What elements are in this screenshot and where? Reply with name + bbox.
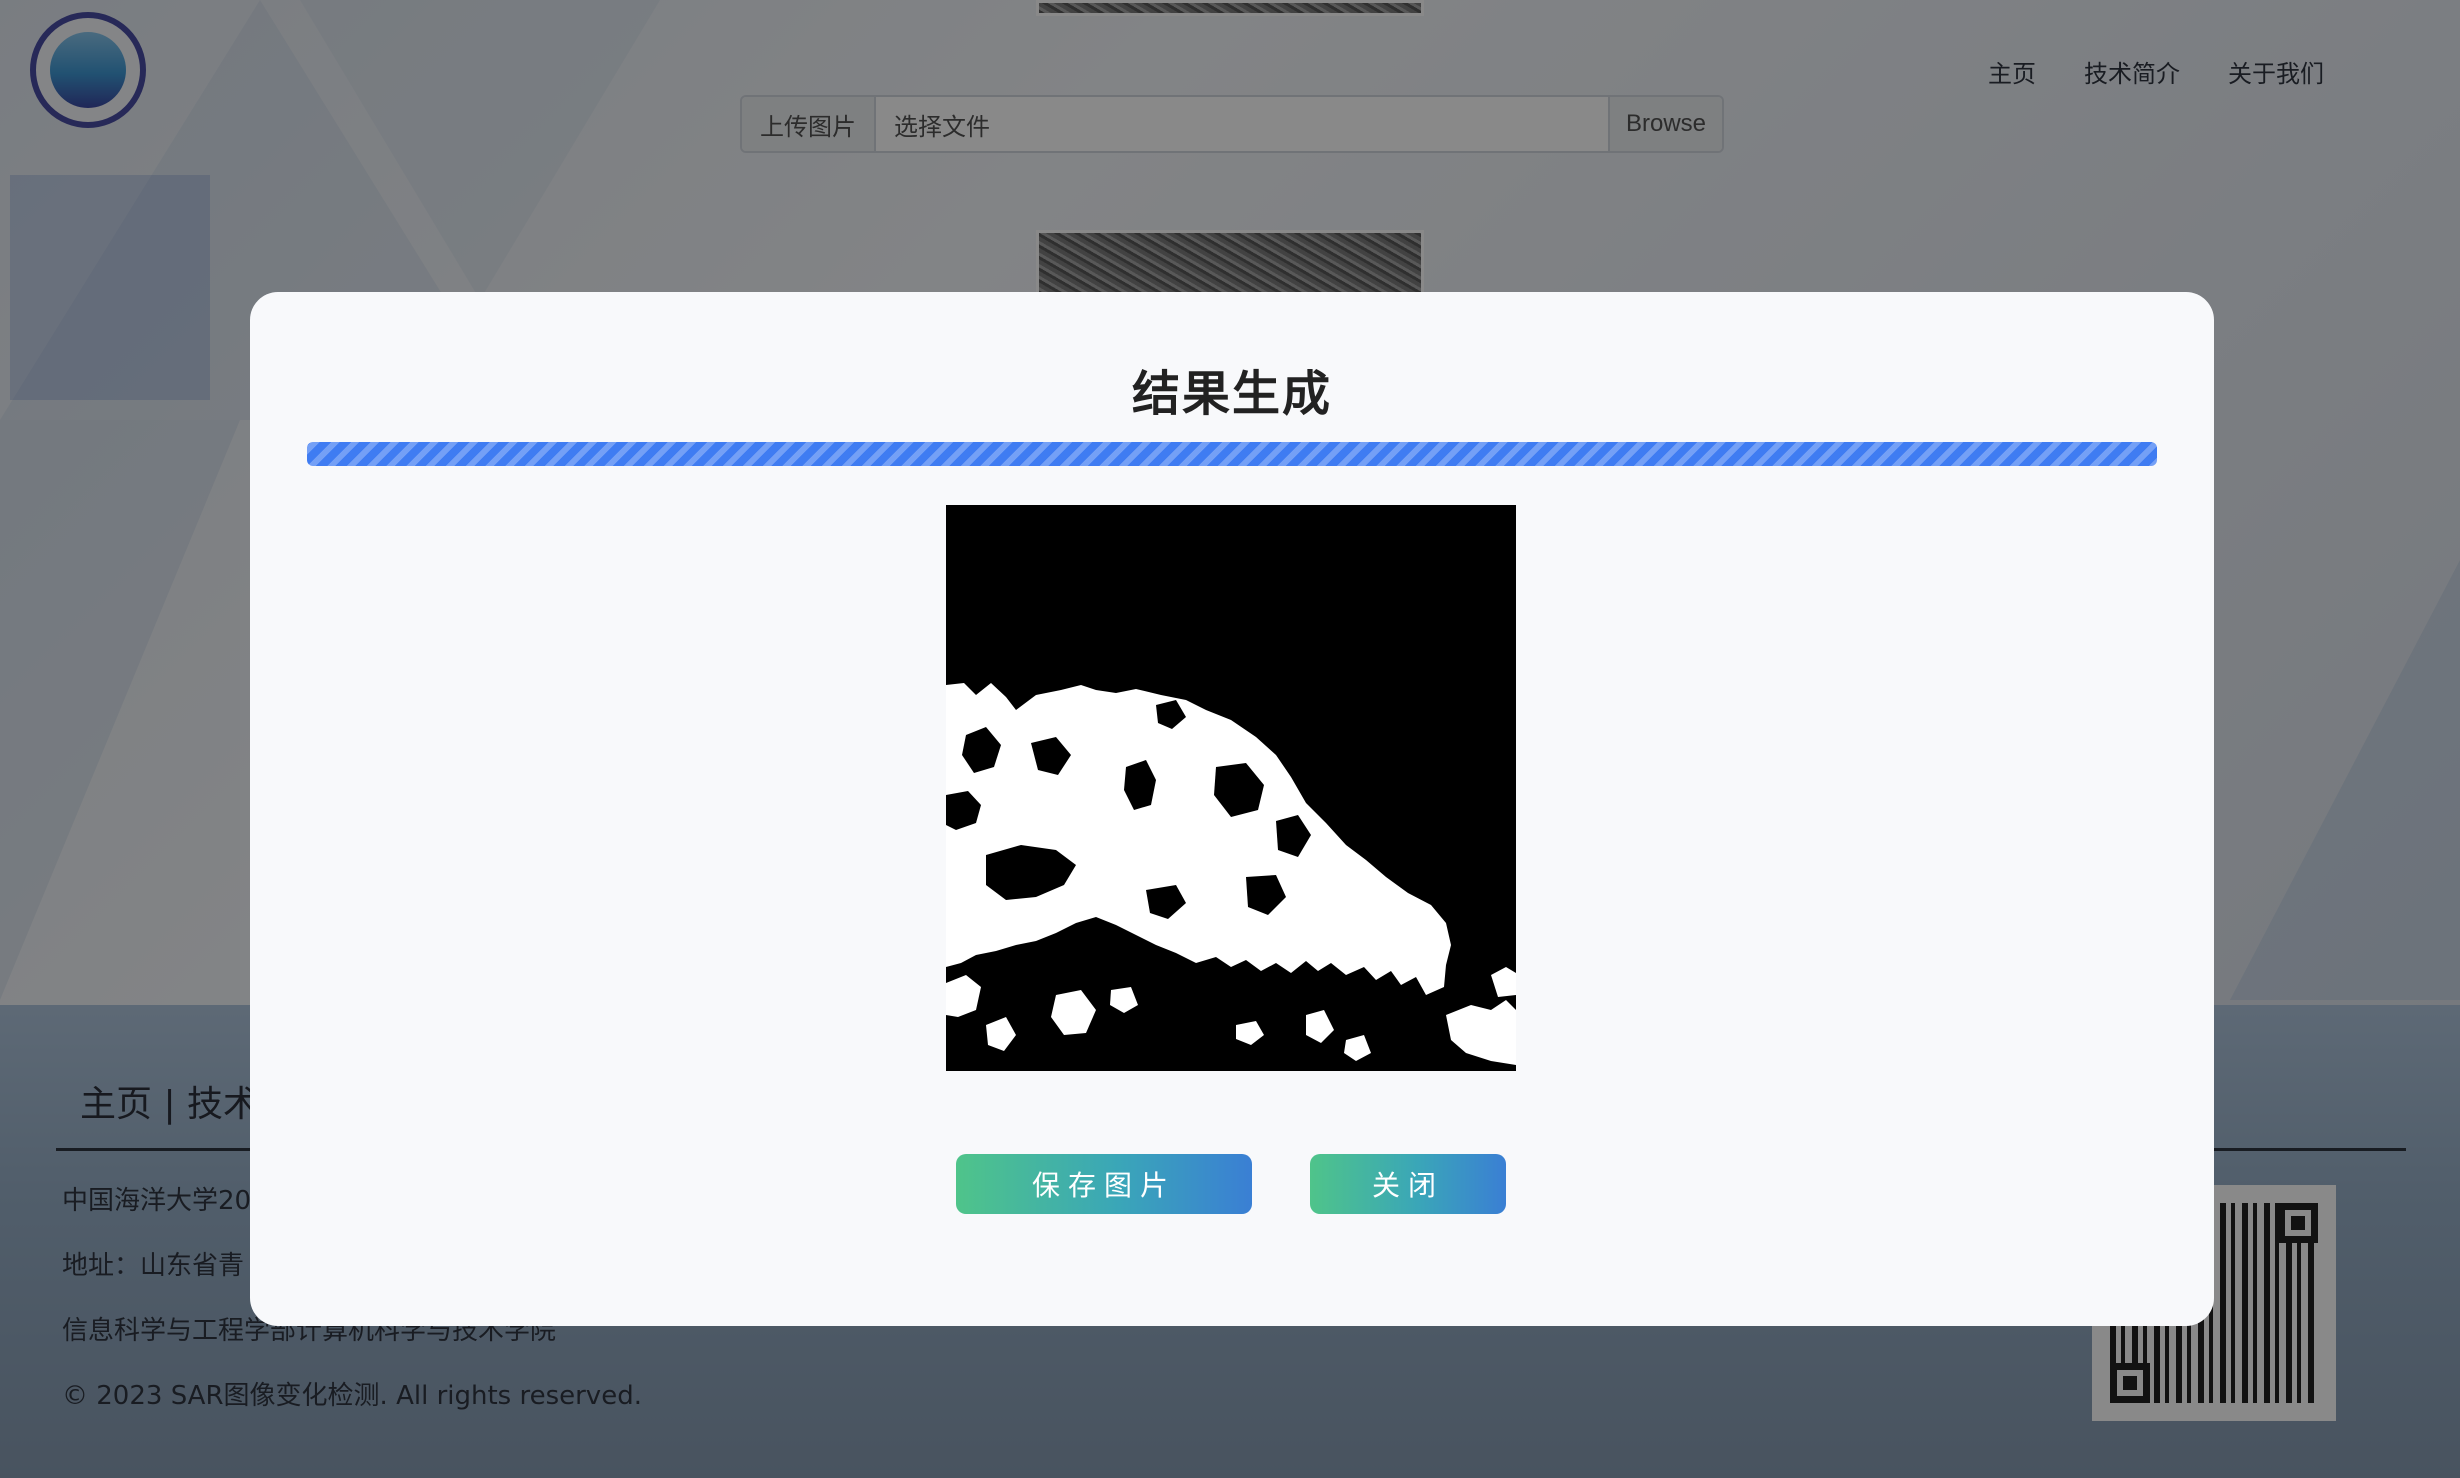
- change-detection-result-image: [946, 505, 1516, 1071]
- progress-bar: [307, 442, 2157, 466]
- close-button[interactable]: 关闭: [1310, 1154, 1506, 1214]
- save-image-button[interactable]: 保存图片: [956, 1154, 1252, 1214]
- result-modal: 结果生成 保存图片 关闭: [250, 292, 2214, 1326]
- progress-bar-fill: [307, 442, 2157, 466]
- modal-title: 结果生成: [1131, 366, 1332, 422]
